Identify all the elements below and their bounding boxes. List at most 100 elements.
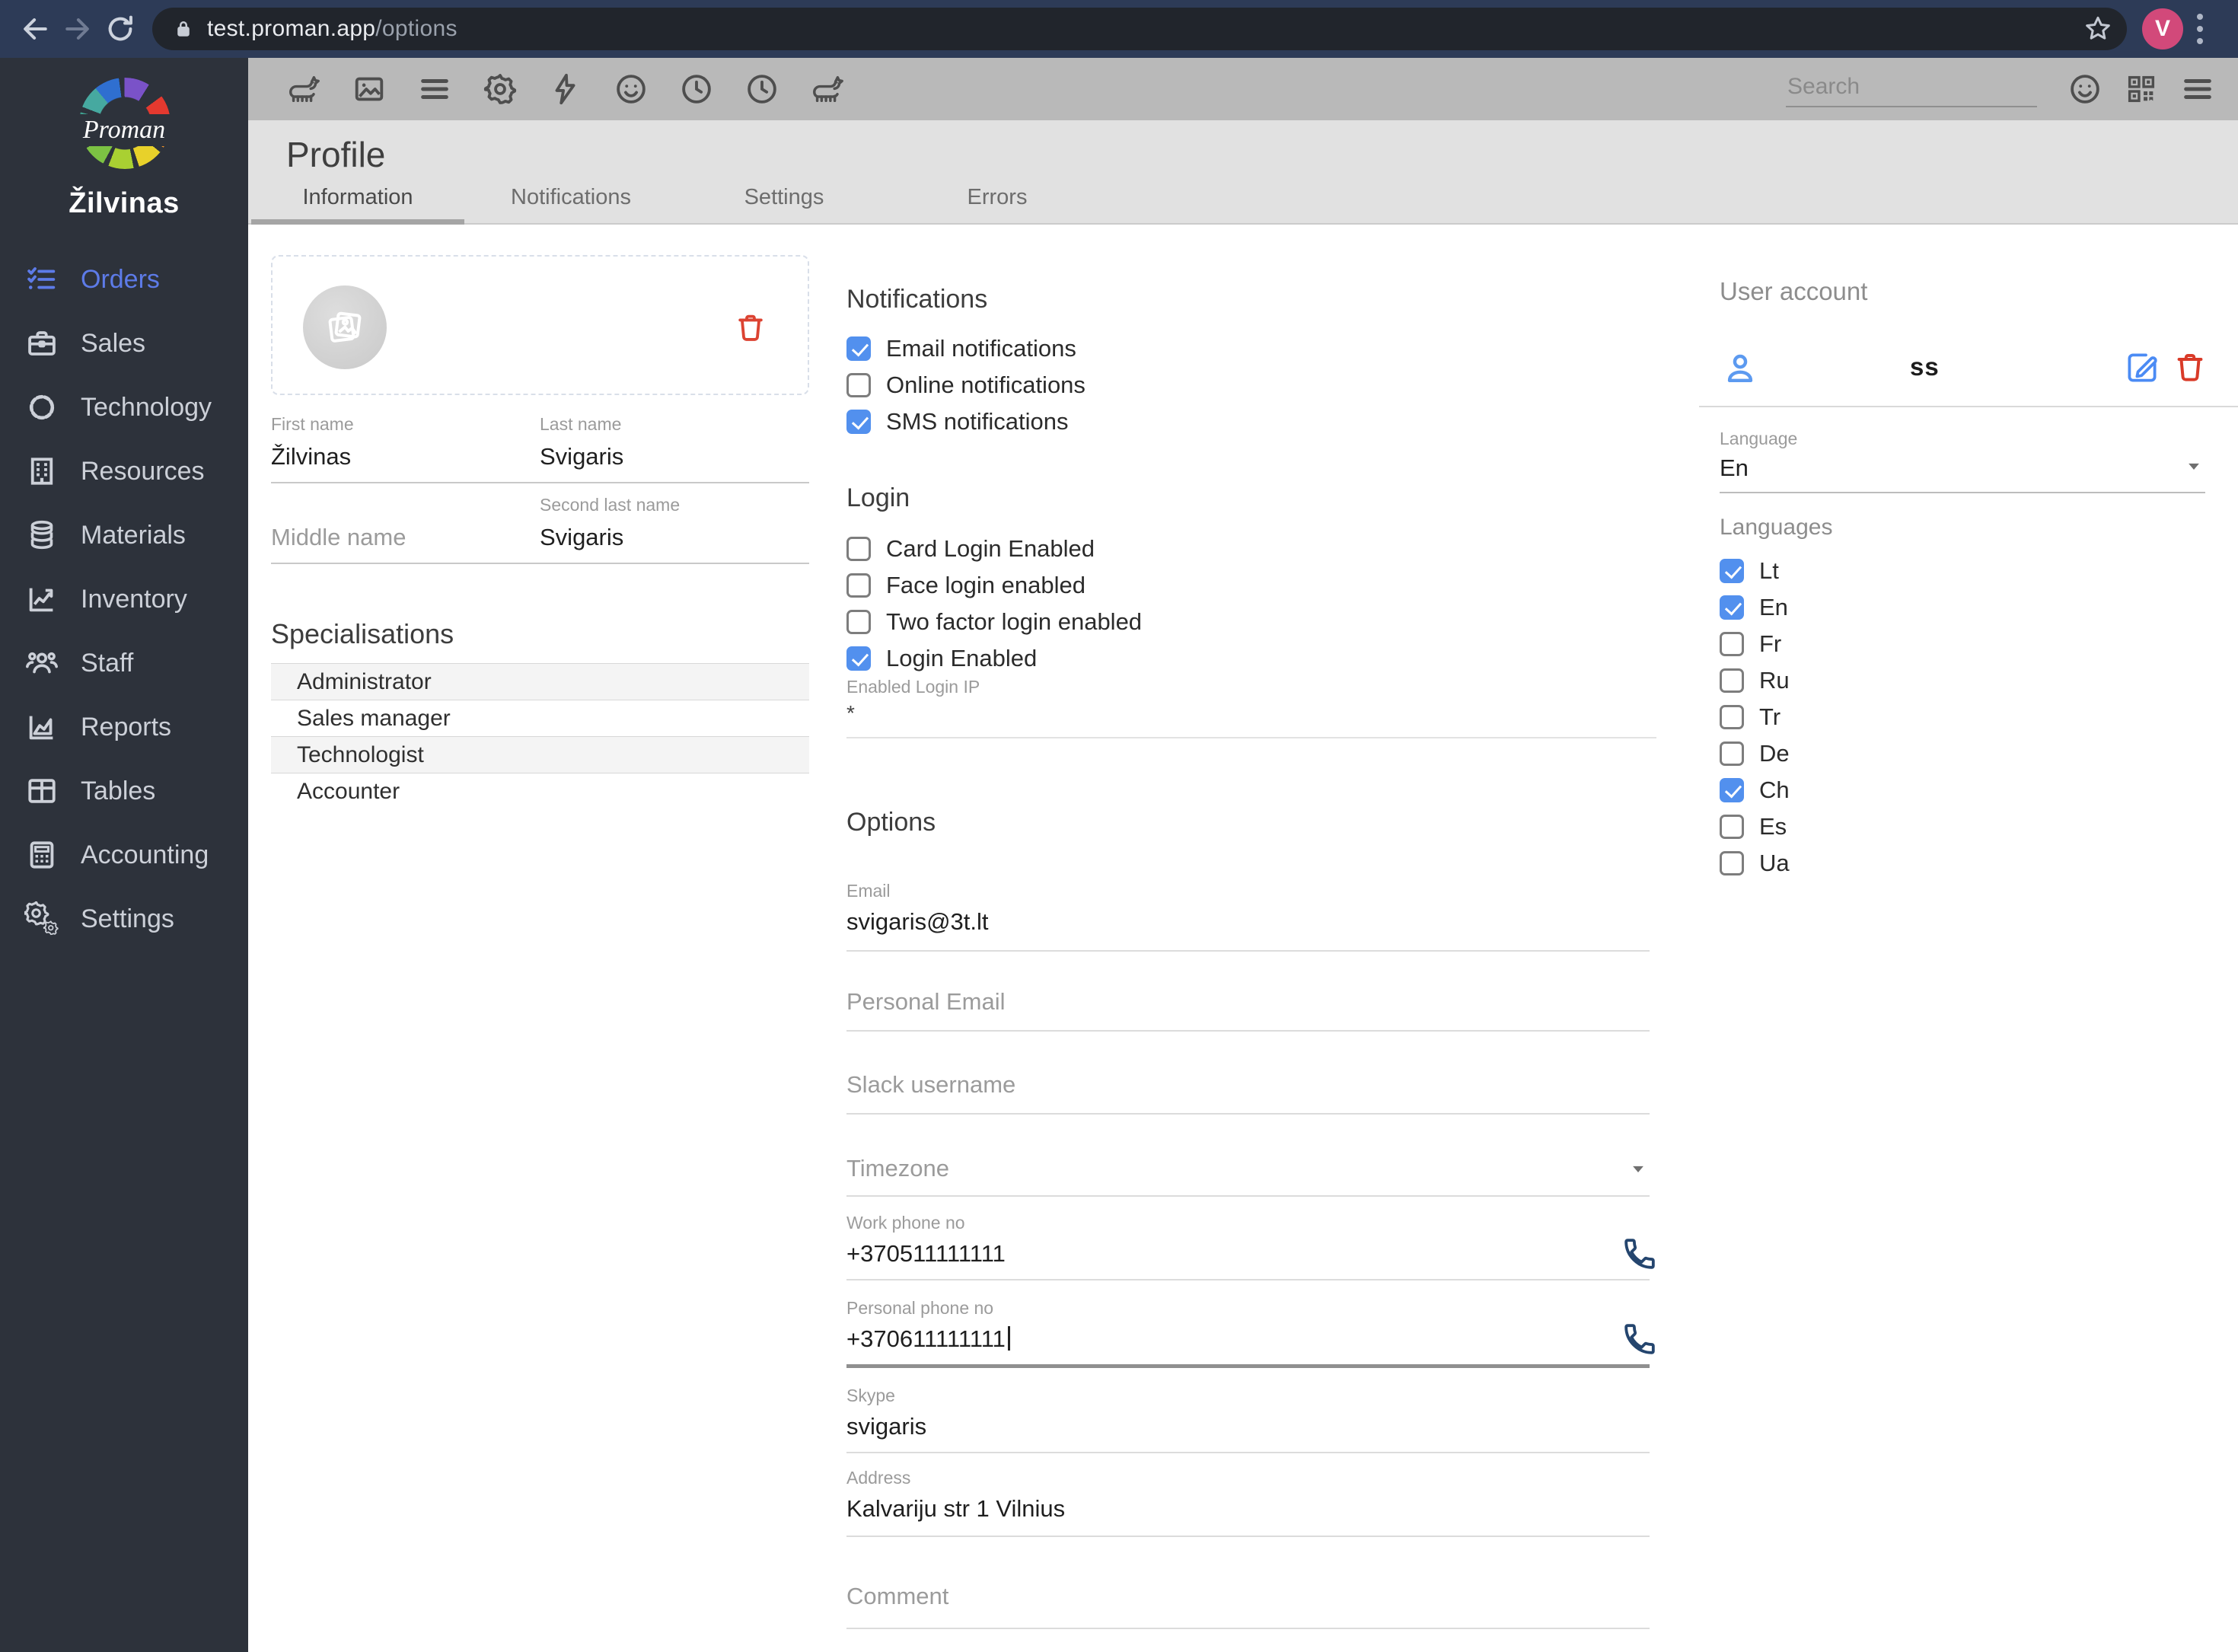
checkbox-row-en[interactable]: En [1720,594,2220,620]
checkbox-row-lt[interactable]: Lt [1720,557,2220,584]
ch-checkbox[interactable] [1720,778,1744,802]
first-name-input[interactable] [271,442,529,471]
online-notifications-checkbox[interactable] [846,373,871,397]
second-last-name-input[interactable] [540,523,799,552]
checkbox-row-email-notifications[interactable]: Email notifications [846,335,1656,362]
smiley-icon[interactable] [614,72,649,107]
comment-input[interactable] [846,1582,1618,1611]
checkbox-row-card-login[interactable]: Card Login Enabled [846,535,1656,562]
email-notifications-checkbox[interactable] [846,336,871,361]
browser-menu-icon[interactable] [2197,14,2203,44]
sidebar-item-resources[interactable]: Resources [0,439,248,503]
fr-checkbox[interactable] [1720,632,1744,656]
slack-username-input[interactable] [846,1070,1618,1099]
specialisation-row-administrator[interactable]: Administrator [271,664,809,700]
checkbox-row-online-notifications[interactable]: Online notifications [846,372,1656,398]
clock-icon-2[interactable] [744,72,779,107]
personal-phone-input[interactable]: +370611111111 [846,1325,1650,1354]
personal-email-input[interactable] [846,987,1618,1016]
timezone-value[interactable]: Timezone [846,1154,949,1183]
skype-input[interactable] [846,1412,1618,1441]
card-login-checkbox[interactable] [846,537,871,561]
es-checkbox[interactable] [1720,815,1744,839]
browser-reload-button[interactable] [104,12,137,46]
checkbox-row-es[interactable]: Es [1720,813,2220,840]
de-checkbox[interactable] [1720,741,1744,766]
face-login-checkbox[interactable] [846,573,871,598]
menu-lines-icon[interactable] [417,72,452,107]
checkbox-row-fr[interactable]: Fr [1720,630,2220,657]
lightning-icon[interactable] [548,72,583,107]
checkbox-row-face-login[interactable]: Face login enabled [846,572,1656,598]
login-enabled-checkbox[interactable] [846,646,871,671]
qr-code-icon[interactable] [2124,72,2159,107]
checkbox-row-tr[interactable]: Tr [1720,703,2220,730]
checkbox-row-ru[interactable]: Ru [1720,667,2220,694]
sidebar-item-staff[interactable]: Staff [0,631,248,695]
two-factor-checkbox[interactable] [846,610,871,634]
photo-upload-dropzone[interactable] [271,255,809,395]
language-chevron-down-icon[interactable] [2182,454,2205,477]
specialisation-row-technologist[interactable]: Technologist [271,737,809,773]
sidebar-item-accounting[interactable]: Accounting [0,823,248,887]
unicorn-icon-2[interactable] [810,72,845,107]
tab-information[interactable]: Information [251,171,464,225]
email-input[interactable] [846,907,1618,936]
edit-account-icon[interactable] [2124,349,2160,386]
middle-name-input[interactable] [271,523,529,552]
url-text[interactable]: test.proman.app/options [207,16,457,42]
image-icon[interactable] [352,72,387,107]
bookmark-star-icon[interactable] [2083,14,2113,44]
address-bar[interactable]: test.proman.app/options [152,8,2127,50]
address-input[interactable] [846,1494,1618,1523]
hamburger-menu-icon[interactable] [2180,72,2215,107]
specialisation-row-accounter[interactable]: Accounter [271,773,809,810]
ua-checkbox[interactable] [1720,851,1744,875]
checkbox-row-ua[interactable]: Ua [1720,850,2220,876]
ru-checkbox[interactable] [1720,668,1744,693]
delete-account-trash-icon[interactable] [2172,349,2208,385]
chevron-down-icon[interactable] [1627,1157,1650,1180]
gear-icon[interactable] [483,72,518,107]
sidebar-item-inventory[interactable]: Inventory [0,567,248,631]
search-input[interactable] [1786,71,2037,107]
tr-checkbox[interactable] [1720,705,1744,729]
smiley-icon-toolbar-right[interactable] [2067,72,2103,107]
browser-forward-button[interactable] [61,12,94,46]
checkbox-row-sms-notifications[interactable]: SMS notifications [846,408,1656,435]
last-name-input[interactable] [540,442,799,471]
sidebar-item-reports[interactable]: Reports [0,695,248,759]
phone-icon-personal[interactable] [1622,1322,1657,1357]
browser-back-button[interactable] [18,12,52,46]
checkbox-row-de[interactable]: De [1720,740,2220,767]
sidebar-item-settings[interactable]: Settings [0,887,248,951]
tab-notifications[interactable]: Notifications [464,171,677,223]
checkbox-row-ch[interactable]: Ch [1720,777,2220,803]
lt-checkbox[interactable] [1720,559,1744,583]
checkbox-row-two-factor[interactable]: Two factor login enabled [846,608,1656,635]
en-checkbox[interactable] [1720,595,1744,620]
delete-photo-trash-icon[interactable] [733,310,768,345]
section-divider [846,737,1656,738]
sidebar-item-technology[interactable]: Technology [0,375,248,439]
sidebar-item-orders[interactable]: Orders [0,247,248,311]
avatar-placeholder[interactable] [303,285,387,369]
sidebar-item-sales[interactable]: Sales [0,311,248,375]
enabled-login-ip-value[interactable]: * [846,702,1656,725]
sms-notifications-checkbox[interactable] [846,410,871,434]
tab-settings[interactable]: Settings [677,171,891,223]
browser-profile-avatar[interactable]: V [2142,8,2183,49]
clock-icon[interactable] [679,72,714,107]
timezone-field[interactable]: Timezone [846,1154,1650,1197]
checkbox-row-login-enabled[interactable]: Login Enabled [846,645,1656,671]
language-select[interactable]: En [1720,449,2205,493]
enabled-login-ip-label: Enabled Login IP [846,677,980,697]
work-phone-input[interactable] [846,1239,1618,1268]
unicorn-icon[interactable] [286,72,321,107]
sidebar-item-tables[interactable]: Tables [0,759,248,823]
language-value[interactable]: En [1720,454,1749,483]
tab-errors[interactable]: Errors [891,171,1104,223]
specialisation-row-sales-manager[interactable]: Sales manager [271,700,809,737]
sidebar-item-materials[interactable]: Materials [0,503,248,567]
phone-icon-work[interactable] [1622,1236,1657,1271]
